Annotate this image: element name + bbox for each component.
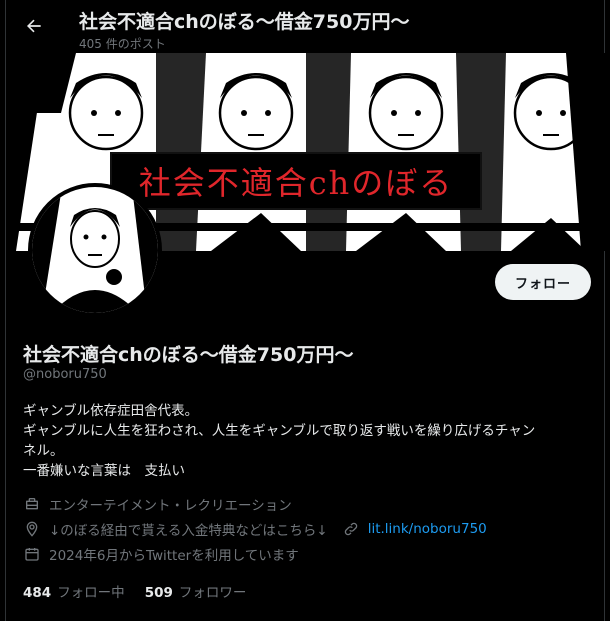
display-name: 社会不適合chのぼる〜借金750万円〜 [23,344,354,366]
location-row: ↓のぼる経由で貰える入金特典などはこちら↓ lit.link/noboru750 [23,519,487,539]
following-link[interactable]: 484 フォロー中 [23,581,125,601]
profile-link[interactable]: lit.link/noboru750 [368,521,487,537]
top-bar: 社会不適合chのぼる〜借金750万円〜 405 件のポスト [6,0,606,53]
avatar-illustration [32,187,158,313]
bio-line: 一番嫌いな言葉は 支払い [23,463,185,479]
arrow-left-icon [27,19,41,33]
banner-title-text: 社会不適合chのぼる [110,152,482,210]
profile-bio: ギャンブル依存症田舎代表。 ギャンブルに人生を狂わされ、人生をギャンブルで取り返… [23,401,598,481]
followers-link[interactable]: 509 フォロワー [145,581,247,601]
user-handle: @noboru750 [23,367,107,382]
page-title: 社会不適合chのぼる〜借金750万円〜 [79,11,410,33]
joined-text: 2024年6月からTwitterを利用しています [49,548,299,564]
category-text: エンターテイメント・レクリエーション [49,498,292,514]
back-button[interactable] [20,12,48,40]
followers-label: フォロワー [178,585,247,601]
avatar[interactable] [28,183,162,317]
briefcase-icon [23,495,41,513]
location-text: ↓のぼる経由で貰える入金特典などはこちら↓ [49,523,328,539]
followers-count: 509 [144,585,173,601]
profile-page: 社会不適合chのぼる〜借金750万円〜 405 件のポスト 社会不適合chのぼる… [5,0,606,621]
joined-row: 2024年6月からTwitterを利用しています [23,544,299,564]
follow-stats: 484 フォロー中 509 フォロワー [23,581,246,601]
link-icon [342,520,360,538]
bio-line: ギャンブルに人生を狂わされ、人生をギャンブルで取り返す戦いを繰り広げるチャン [23,423,536,439]
bio-line: ネル。 [23,443,64,459]
following-count: 484 [23,585,52,601]
follow-button[interactable]: フォロー [495,264,591,300]
bio-line: ギャンブル依存症田舎代表。 [23,403,199,419]
category-row: エンターテイメント・レクリエーション [23,494,292,514]
location-pin-icon [23,520,41,538]
post-count: 405 件のポスト [79,37,166,51]
following-label: フォロー中 [57,585,125,601]
calendar-icon [23,545,41,563]
